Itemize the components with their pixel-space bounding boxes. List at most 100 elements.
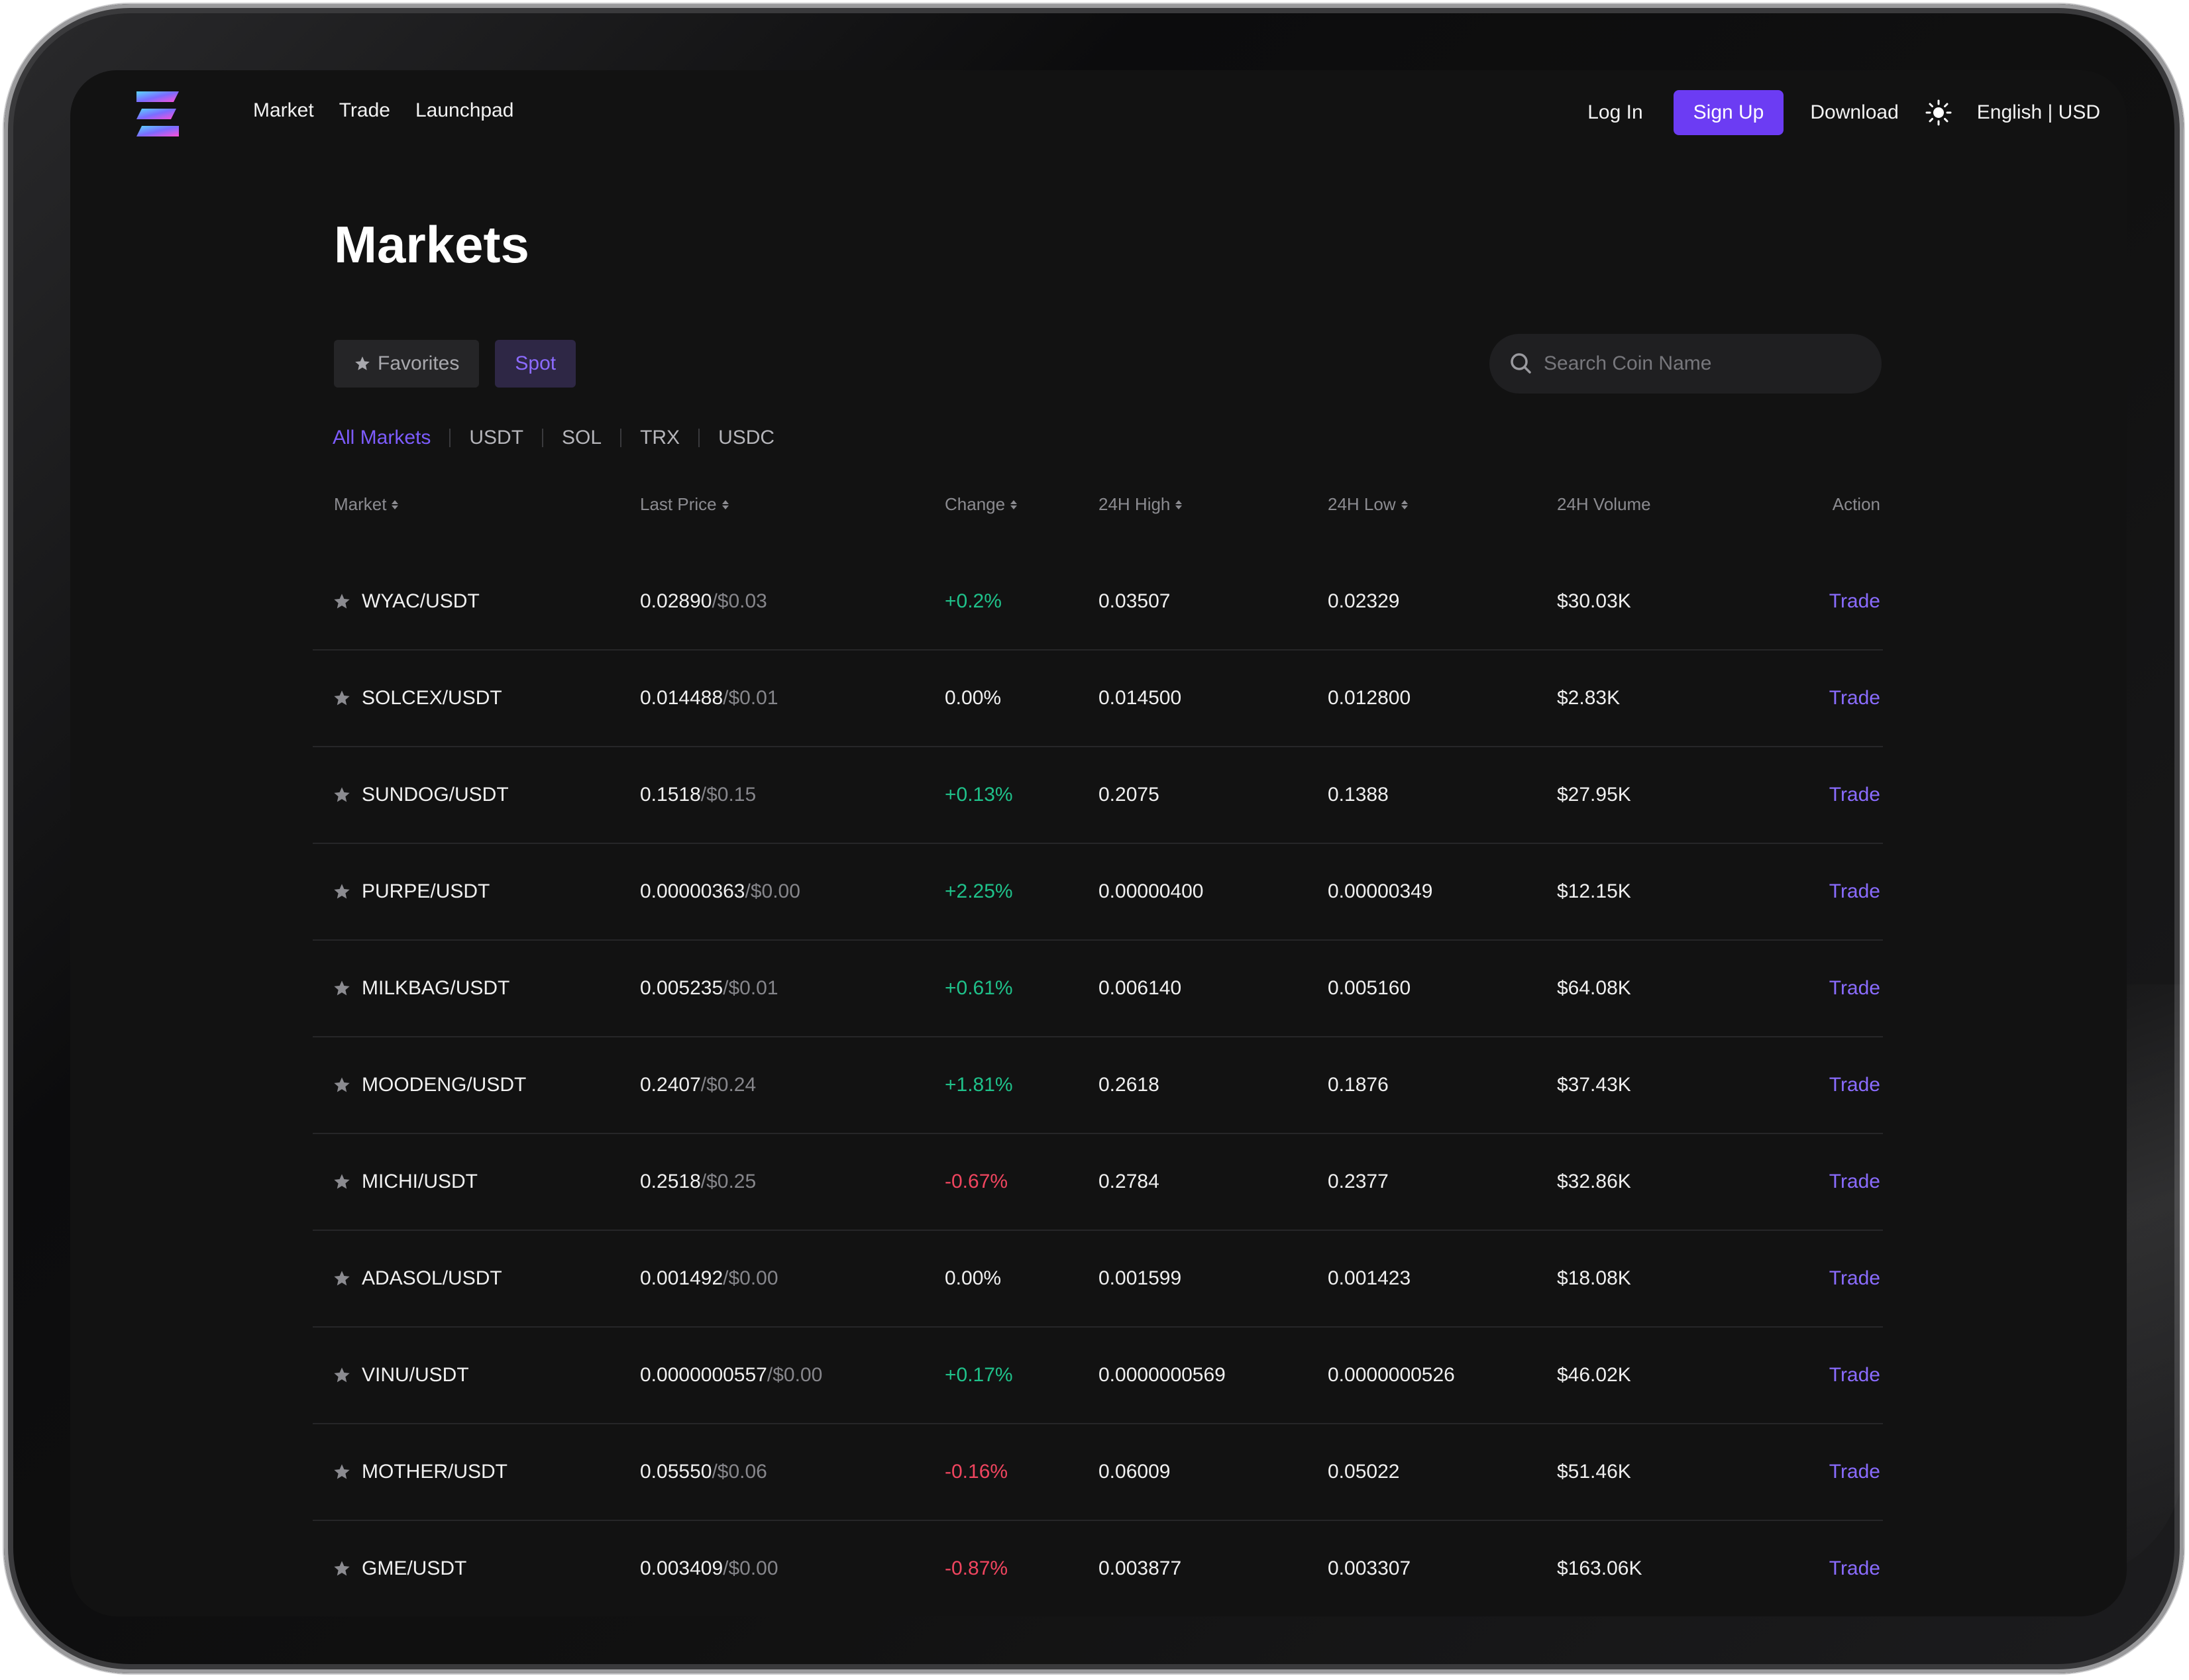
top-navigation: Market Trade Launchpad Log In Sign Up Do… [70,70,2127,160]
trade-link[interactable]: Trade [1829,1267,1880,1290]
page-title: Markets [334,215,529,274]
trade-link[interactable]: Trade [1829,1074,1880,1096]
header-last-price[interactable]: Last Price [640,494,729,515]
volume-24h: $30.03K [1557,590,1631,612]
market-pair: SUNDOG/USDT [362,784,509,806]
table-header: Market Last Price Change 24H High 24H Lo… [70,494,2127,525]
last-price-usd: /$0.25 [700,1171,757,1192]
filter-divider [542,429,544,447]
last-price-cell: 0.1518/$0.15 [640,784,756,806]
market-pair: GME/USDT [362,1557,467,1579]
change-value: +2.25% [945,880,1013,902]
header-market-label: Market [334,494,387,514]
table-row[interactable]: MICHI/USDT 0.2518/$0.25 -0.67% 0.2784 0.… [313,1134,1883,1231]
star-icon[interactable] [333,1173,351,1191]
tab-spot[interactable]: Spot [495,340,576,388]
high-24h: 0.06009 [1098,1461,1171,1483]
trade-link[interactable]: Trade [1829,784,1880,806]
star-icon[interactable] [333,1366,351,1385]
trade-link[interactable]: Trade [1829,1461,1880,1483]
nav-market[interactable]: Market [253,99,314,122]
high-24h: 0.0000000569 [1098,1364,1226,1386]
market-cell: VINU/USDT [333,1364,469,1387]
header-24h-low-label: 24H Low [1328,494,1396,514]
last-price: 0.001492 [640,1267,723,1289]
login-button[interactable]: Log In [1587,101,1642,124]
star-icon[interactable] [333,882,351,901]
filter-usdt[interactable]: USDT [469,427,523,449]
change-value: +1.81% [945,1074,1013,1096]
star-icon[interactable] [333,689,351,708]
volume-24h: $32.86K [1557,1171,1631,1192]
trade-link[interactable]: Trade [1829,590,1880,613]
market-cell: MOODENG/USDT [333,1074,526,1096]
language-currency-selector[interactable]: English | USD [1977,101,2100,124]
low-24h: 0.1388 [1328,784,1389,806]
last-price: 0.014488 [640,687,723,709]
quote-filters: All Markets USDT SOL TRX USDC [333,427,774,449]
nav-launchpad[interactable]: Launchpad [415,99,513,122]
trade-link[interactable]: Trade [1829,1557,1880,1580]
market-cell: WYAC/USDT [333,590,480,613]
trade-link[interactable]: Trade [1829,1171,1880,1193]
trade-link[interactable]: Trade [1829,977,1880,1000]
header-market[interactable]: Market [334,494,399,515]
table-row[interactable]: SUNDOG/USDT 0.1518/$0.15 +0.13% 0.2075 0… [313,747,1883,844]
last-price-cell: 0.2518/$0.25 [640,1171,756,1193]
market-cell: SUNDOG/USDT [333,784,509,806]
last-price: 0.005235 [640,977,723,999]
star-icon[interactable] [333,786,351,804]
download-button[interactable]: Download [1810,101,1898,124]
table-row[interactable]: VINU/USDT 0.0000000557/$0.00 +0.17% 0.00… [313,1328,1883,1424]
header-24h-high[interactable]: 24H High [1098,494,1183,515]
change-value: +0.2% [945,590,1002,612]
low-24h: 0.00000349 [1328,880,1433,902]
main-nav: Market Trade Launchpad [253,99,513,122]
star-icon[interactable] [333,1463,351,1481]
market-pair: PURPE/USDT [362,880,490,902]
exchange-logo[interactable] [134,89,182,139]
star-icon[interactable] [333,592,351,611]
last-price-cell: 0.00000363/$0.00 [640,880,800,903]
last-price: 0.0000000557 [640,1364,767,1386]
table-row[interactable]: PURPE/USDT 0.00000363/$0.00 +2.25% 0.000… [313,844,1883,941]
star-icon[interactable] [333,1076,351,1094]
header-24h-low[interactable]: 24H Low [1328,494,1408,515]
volume-24h: $37.43K [1557,1074,1631,1096]
table-row[interactable]: MILKBAG/USDT 0.005235/$0.01 +0.61% 0.006… [313,941,1883,1037]
market-cell: MILKBAG/USDT [333,977,509,1000]
header-change[interactable]: Change [945,494,1018,515]
table-row[interactable]: SOLCEX/USDT 0.014488/$0.01 0.00% 0.01450… [313,651,1883,747]
last-price: 0.02890 [640,590,712,612]
table-row[interactable]: MOODENG/USDT 0.2407/$0.24 +1.81% 0.2618 … [313,1037,1883,1134]
search-input[interactable] [1544,352,1862,375]
trade-link[interactable]: Trade [1829,1364,1880,1387]
search-box [1489,334,1882,394]
volume-24h: $27.95K [1557,784,1631,806]
table-row[interactable]: MOTHER/USDT 0.05550/$0.06 -0.16% 0.06009… [313,1424,1883,1521]
trade-link[interactable]: Trade [1829,880,1880,903]
star-icon[interactable] [333,1559,351,1578]
table-row[interactable]: ADASOL/USDT 0.001492/$0.00 0.00% 0.00159… [313,1231,1883,1328]
table-row[interactable]: WYAC/USDT 0.02890/$0.03 +0.2% 0.03507 0.… [313,554,1883,651]
header-24h-volume-label: 24H Volume [1557,494,1651,514]
filter-trx[interactable]: TRX [640,427,680,449]
nav-trade[interactable]: Trade [339,99,390,122]
filter-sol[interactable]: SOL [562,427,602,449]
star-icon[interactable] [333,979,351,998]
trade-link[interactable]: Trade [1829,687,1880,709]
sun-icon[interactable] [1925,99,1952,126]
tab-favorites[interactable]: Favorites [334,340,480,388]
filter-all-markets[interactable]: All Markets [333,427,431,449]
signup-button[interactable]: Sign Up [1673,90,1784,135]
sort-icon [1401,499,1408,509]
high-24h: 0.001599 [1098,1267,1182,1289]
filter-usdc[interactable]: USDC [718,427,774,449]
market-cell: MICHI/USDT [333,1171,478,1193]
low-24h: 0.003307 [1328,1557,1411,1579]
high-24h: 0.2075 [1098,784,1159,806]
volume-24h: $18.08K [1557,1267,1631,1289]
star-icon[interactable] [333,1269,351,1288]
last-price-usd: /$0.06 [712,1461,767,1483]
table-row[interactable]: GME/USDT 0.003409/$0.00 -0.87% 0.003877 … [313,1521,1883,1616]
